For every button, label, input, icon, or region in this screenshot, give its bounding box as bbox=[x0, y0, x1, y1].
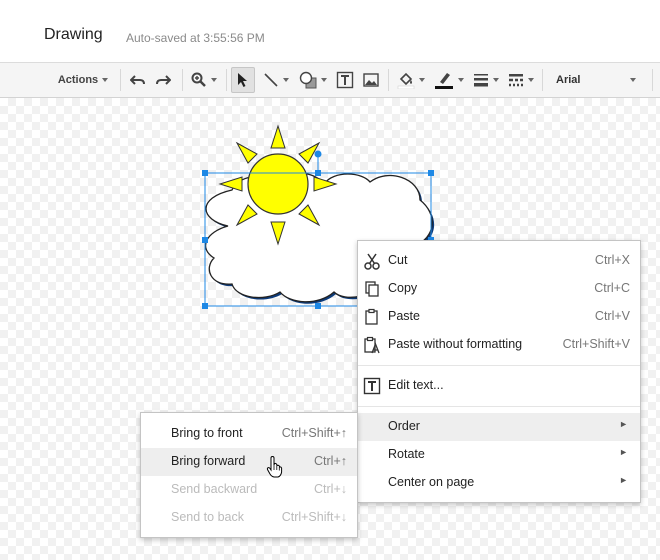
menu-item-paste-without-formatting[interactable]: Paste without formatting Ctrl+Shift+V bbox=[358, 331, 640, 359]
toolbar-divider bbox=[388, 69, 389, 91]
shape-icon bbox=[299, 71, 317, 89]
menu-item-cut[interactable]: Cut Ctrl+X bbox=[358, 247, 640, 275]
toolbar-divider bbox=[120, 69, 121, 91]
paste-icon bbox=[365, 308, 378, 325]
menu-item-shortcut: Ctrl+↓ bbox=[314, 482, 347, 496]
menu-item-shortcut: Ctrl+V bbox=[594, 309, 630, 323]
hand-cursor-icon bbox=[266, 456, 283, 478]
copy-icon bbox=[365, 281, 379, 297]
menu-item-edit-text[interactable]: Edit text... bbox=[358, 372, 640, 400]
menu-item-bring-to-front[interactable]: Bring to front Ctrl+Shift+↑ bbox=[141, 420, 357, 448]
actions-menu-button[interactable]: Actions bbox=[50, 63, 116, 97]
menu-item-shortcut: Ctrl+Shift+V bbox=[562, 337, 630, 351]
image-tool-button[interactable] bbox=[360, 63, 382, 97]
menu-item-order[interactable]: Order ► bbox=[358, 413, 640, 441]
menu-item-center-on-page[interactable]: Center on page ► bbox=[358, 469, 640, 497]
select-tool-button[interactable] bbox=[231, 67, 255, 93]
menu-item-shortcut: Ctrl+X bbox=[594, 253, 630, 267]
toolbar: Actions Arial bbox=[0, 62, 660, 98]
text-icon bbox=[363, 377, 381, 395]
menu-item-label: Send to back bbox=[171, 510, 244, 524]
line-icon bbox=[264, 73, 278, 87]
undo-button[interactable] bbox=[127, 63, 149, 97]
line-dash-button[interactable] bbox=[504, 63, 538, 97]
zoom-icon bbox=[191, 72, 206, 87]
font-family-select[interactable]: Arial bbox=[546, 63, 646, 97]
document-title[interactable]: Drawing bbox=[44, 26, 103, 44]
menu-separator bbox=[358, 406, 640, 407]
menu-item-shortcut: Ctrl+Shift+↑ bbox=[281, 426, 347, 440]
chevron-down-icon bbox=[528, 78, 534, 82]
resize-handle[interactable] bbox=[315, 170, 321, 176]
line-weight-button[interactable] bbox=[469, 63, 503, 97]
paste-plain-icon bbox=[364, 336, 380, 354]
resize-handle[interactable] bbox=[428, 170, 434, 176]
menu-item-copy[interactable]: Copy Ctrl+C bbox=[358, 275, 640, 303]
line-tool-button[interactable] bbox=[259, 63, 293, 97]
line-dash-icon bbox=[509, 74, 523, 87]
line-color-icon bbox=[435, 73, 453, 89]
fill-color-button[interactable] bbox=[393, 63, 429, 97]
chevron-down-icon bbox=[458, 78, 464, 82]
chevron-down-icon bbox=[493, 78, 499, 82]
chevron-down-icon bbox=[419, 78, 425, 82]
textbox-tool-button[interactable] bbox=[334, 63, 356, 97]
redo-icon bbox=[156, 75, 171, 85]
toolbar-divider bbox=[226, 69, 227, 91]
textbox-icon bbox=[336, 71, 354, 89]
image-icon bbox=[363, 73, 379, 87]
menu-separator bbox=[358, 365, 640, 366]
font-family-value: Arial bbox=[556, 74, 581, 86]
rotate-handle[interactable] bbox=[314, 150, 322, 158]
resize-handle[interactable] bbox=[202, 303, 208, 309]
resize-handle[interactable] bbox=[202, 170, 208, 176]
menu-item-label: Cut bbox=[388, 253, 408, 267]
autosave-status: Auto-saved at 3:55:56 PM bbox=[126, 31, 265, 45]
menu-item-label: Paste without formatting bbox=[388, 337, 523, 351]
shape-tool-button[interactable] bbox=[296, 63, 330, 97]
header: Drawing Auto-saved at 3:55:56 PM bbox=[0, 0, 660, 62]
menu-item-send-backward: Send backward Ctrl+↓ bbox=[141, 476, 357, 504]
toolbar-divider bbox=[542, 69, 543, 91]
chevron-down-icon bbox=[211, 78, 217, 82]
toolbar-divider bbox=[182, 69, 183, 91]
undo-icon bbox=[130, 75, 145, 85]
menu-item-send-to-back: Send to back Ctrl+Shift+↓ bbox=[141, 504, 357, 532]
menu-item-label: Copy bbox=[388, 281, 418, 295]
fill-color-icon bbox=[397, 72, 415, 89]
resize-handle[interactable] bbox=[202, 237, 208, 243]
toolbar-divider bbox=[652, 69, 653, 91]
context-menu: Cut Ctrl+X Copy Ctrl+C Paste Ctrl+V Past… bbox=[357, 240, 641, 503]
redo-button[interactable] bbox=[152, 63, 174, 97]
menu-item-label: Bring to front bbox=[171, 426, 243, 440]
menu-item-paste[interactable]: Paste Ctrl+V bbox=[358, 303, 640, 331]
menu-item-label: Order bbox=[388, 419, 420, 433]
menu-item-label: Send backward bbox=[171, 482, 258, 496]
resize-handle[interactable] bbox=[315, 303, 321, 309]
menu-item-label: Edit text... bbox=[388, 378, 444, 392]
menu-item-label: Rotate bbox=[388, 447, 425, 461]
scissors-icon bbox=[364, 253, 380, 270]
line-color-button[interactable] bbox=[431, 63, 467, 97]
chevron-down-icon bbox=[630, 78, 636, 82]
menu-item-shortcut: Ctrl+C bbox=[594, 281, 630, 295]
line-weight-icon bbox=[474, 74, 488, 87]
menu-item-shortcut: Ctrl+↑ bbox=[314, 454, 347, 468]
menu-item-label: Paste bbox=[388, 309, 420, 323]
actions-label: Actions bbox=[57, 74, 99, 86]
menu-item-bring-forward[interactable]: Bring forward Ctrl+↑ bbox=[141, 448, 357, 476]
chevron-down-icon bbox=[283, 78, 289, 82]
submenu-arrow-icon: ► bbox=[619, 447, 628, 457]
order-submenu: Bring to front Ctrl+Shift+↑ Bring forwar… bbox=[140, 412, 358, 538]
menu-item-label: Center on page bbox=[388, 475, 475, 489]
chevron-down-icon bbox=[102, 78, 109, 82]
chevron-down-icon bbox=[321, 78, 327, 82]
submenu-arrow-icon: ► bbox=[619, 475, 628, 485]
menu-item-label: Bring forward bbox=[171, 454, 246, 468]
submenu-arrow-icon: ► bbox=[619, 419, 628, 429]
menu-item-shortcut: Ctrl+Shift+↓ bbox=[281, 510, 347, 524]
menu-item-rotate[interactable]: Rotate ► bbox=[358, 441, 640, 469]
select-icon bbox=[238, 73, 247, 87]
zoom-button[interactable] bbox=[188, 63, 220, 97]
